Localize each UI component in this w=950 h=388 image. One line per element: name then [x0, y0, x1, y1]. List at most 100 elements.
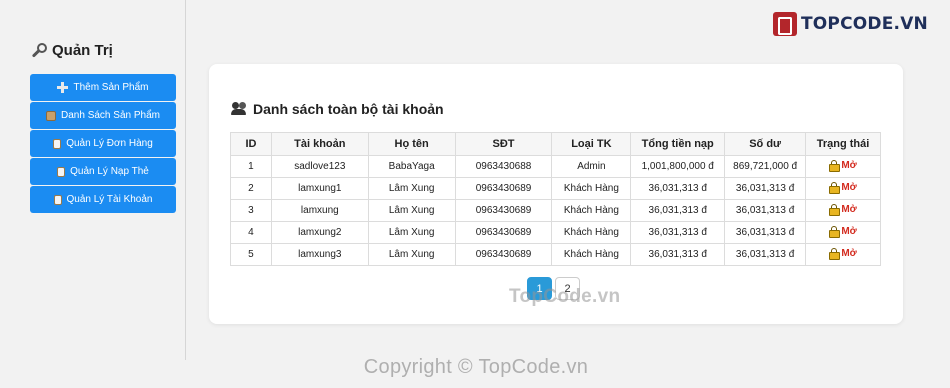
status-label: Mở	[841, 181, 857, 193]
cell-balance: 36,031,313 đ	[724, 199, 807, 222]
cell-username: lamxung1	[270, 177, 369, 200]
lock-icon	[829, 182, 841, 195]
cell-id: 5	[230, 243, 272, 266]
column-header[interactable]: Trạng thái	[805, 132, 881, 156]
watermark: TopCode.vn	[509, 286, 621, 307]
logo-icon	[772, 12, 797, 36]
status-badge[interactable]: Mở	[829, 247, 857, 261]
cell-fullname: BabaYaga	[367, 155, 456, 178]
column-header[interactable]: Họ tên	[367, 132, 456, 156]
accounts-table: ID Tài khoản Họ tên SĐT Loại TK Tổng tiề…	[230, 132, 881, 266]
sidebar-item-topup[interactable]: Quản Lý Nạp Thẻ	[30, 158, 176, 185]
sidebar-item-label: Thêm Sản Phẩm	[73, 82, 149, 93]
column-header[interactable]: Tổng tiền nạp	[630, 132, 726, 156]
column-header[interactable]: Loại TK	[551, 132, 632, 156]
table-row[interactable]: 1 sadlove123 BabaYaga 0963430688 Admin 1…	[230, 155, 881, 178]
table-row[interactable]: 4 lamxung2 Lâm Xung 0963430689 Khách Hàn…	[230, 221, 881, 244]
status-label: Mở	[841, 247, 857, 259]
sidebar: Quản Trị Thêm Sản Phẩm Danh Sách Sản Phẩ…	[0, 0, 186, 360]
cell-account-type: Khách Hàng	[551, 199, 632, 222]
plus-icon	[57, 82, 69, 93]
cell-fullname: Lâm Xung	[367, 199, 456, 222]
cell-status: Mở	[805, 177, 881, 200]
lock-icon	[829, 226, 841, 239]
status-badge[interactable]: Mở	[829, 159, 857, 173]
sidebar-item-product-list[interactable]: Danh Sách Sản Phẩm	[30, 102, 176, 129]
status-label: Mở	[841, 159, 857, 171]
cell-fullname: Lâm Xung	[367, 221, 456, 244]
copyright: Copyright © TopCode.vn	[0, 356, 950, 379]
cell-total-topup: 36,031,313 đ	[630, 243, 726, 266]
column-header[interactable]: ID	[230, 132, 272, 156]
column-header[interactable]: SĐT	[454, 132, 553, 156]
clipboard-icon	[53, 194, 62, 205]
cell-id: 3	[230, 199, 272, 222]
clipboard-icon	[57, 166, 66, 177]
cell-phone: 0963430689	[454, 177, 553, 200]
cell-phone: 0963430689	[454, 243, 553, 266]
sidebar-item-label: Quản Lý Tài Khoản	[66, 194, 153, 205]
column-header[interactable]: Số dư	[724, 132, 807, 156]
box-icon	[46, 110, 57, 121]
cell-id: 4	[230, 221, 272, 244]
cell-total-topup: 36,031,313 đ	[630, 199, 726, 222]
cell-balance: 36,031,313 đ	[724, 221, 807, 244]
sidebar-menu: Thêm Sản Phẩm Danh Sách Sản Phẩm Quản Lý…	[30, 74, 176, 214]
wrench-icon	[32, 42, 47, 58]
status-badge[interactable]: Mở	[829, 203, 857, 217]
lock-icon	[829, 204, 841, 217]
table-row[interactable]: 3 lamxung Lâm Xung 0963430689 Khách Hàng…	[230, 199, 881, 222]
cell-phone: 0963430689	[454, 199, 553, 222]
status-label: Mở	[841, 225, 857, 237]
sidebar-item-label: Danh Sách Sản Phẩm	[61, 110, 160, 121]
accounts-card: Danh sách toàn bộ tài khoản ID Tài khoản…	[209, 64, 903, 324]
cell-balance: 36,031,313 đ	[724, 177, 807, 200]
cell-fullname: Lâm Xung	[367, 243, 456, 266]
sidebar-title-text: Quản Trị	[52, 42, 113, 59]
cell-id: 1	[230, 155, 272, 178]
lock-icon	[829, 248, 841, 261]
table-row[interactable]: 5 lamxung3 Lâm Xung 0963430689 Khách Hàn…	[230, 243, 881, 266]
lock-icon	[829, 160, 841, 173]
cell-status: Mở	[805, 199, 881, 222]
column-header[interactable]: Tài khoản	[270, 132, 369, 156]
cell-status: Mở	[805, 155, 881, 178]
cell-account-type: Khách Hàng	[551, 177, 632, 200]
cell-phone: 0963430688	[454, 155, 553, 178]
cell-status: Mở	[805, 221, 881, 244]
status-badge[interactable]: Mở	[829, 181, 857, 195]
cell-balance: 36,031,313 đ	[724, 243, 807, 266]
cell-id: 2	[230, 177, 272, 200]
page-title-text: Danh sách toàn bộ tài khoản	[253, 101, 444, 117]
cell-status: Mở	[805, 243, 881, 266]
cell-username: lamxung	[270, 199, 369, 222]
sidebar-title: Quản Trị	[32, 42, 113, 59]
cell-total-topup: 1,001,800,000 đ	[630, 155, 726, 178]
status-label: Mở	[841, 203, 857, 215]
sidebar-item-orders[interactable]: Quản Lý Đơn Hàng	[30, 130, 176, 157]
logo-text: TOPCODE.VN	[800, 14, 928, 34]
cell-total-topup: 36,031,313 đ	[630, 221, 726, 244]
cell-fullname: Lâm Xung	[367, 177, 456, 200]
cell-phone: 0963430689	[454, 221, 553, 244]
clipboard-icon	[53, 138, 62, 149]
copyright-text: Copyright © TopCode.vn	[363, 356, 589, 378]
cell-username: sadlove123	[270, 155, 369, 178]
cell-account-type: Khách Hàng	[551, 221, 632, 244]
page-title: Danh sách toàn bộ tài khoản	[231, 101, 444, 117]
table-row[interactable]: 2 lamxung1 Lâm Xung 0963430689 Khách Hàn…	[230, 177, 881, 200]
cell-account-type: Khách Hàng	[551, 243, 632, 266]
cell-account-type: Admin	[551, 155, 632, 178]
table-header-row: ID Tài khoản Họ tên SĐT Loại TK Tổng tiề…	[230, 132, 881, 156]
cell-balance: 869,721,000 đ	[724, 155, 807, 178]
sidebar-item-accounts[interactable]: Quản Lý Tài Khoản	[30, 186, 176, 213]
users-icon	[231, 102, 247, 116]
cell-total-topup: 36,031,313 đ	[630, 177, 726, 200]
logo: TOPCODE.VN	[772, 12, 928, 36]
sidebar-item-label: Quản Lý Đơn Hàng	[66, 138, 153, 149]
cell-username: lamxung3	[270, 243, 369, 266]
sidebar-item-add-product[interactable]: Thêm Sản Phẩm	[30, 74, 176, 101]
sidebar-item-label: Quản Lý Nạp Thẻ	[70, 166, 149, 177]
status-badge[interactable]: Mở	[829, 225, 857, 239]
cell-username: lamxung2	[270, 221, 369, 244]
